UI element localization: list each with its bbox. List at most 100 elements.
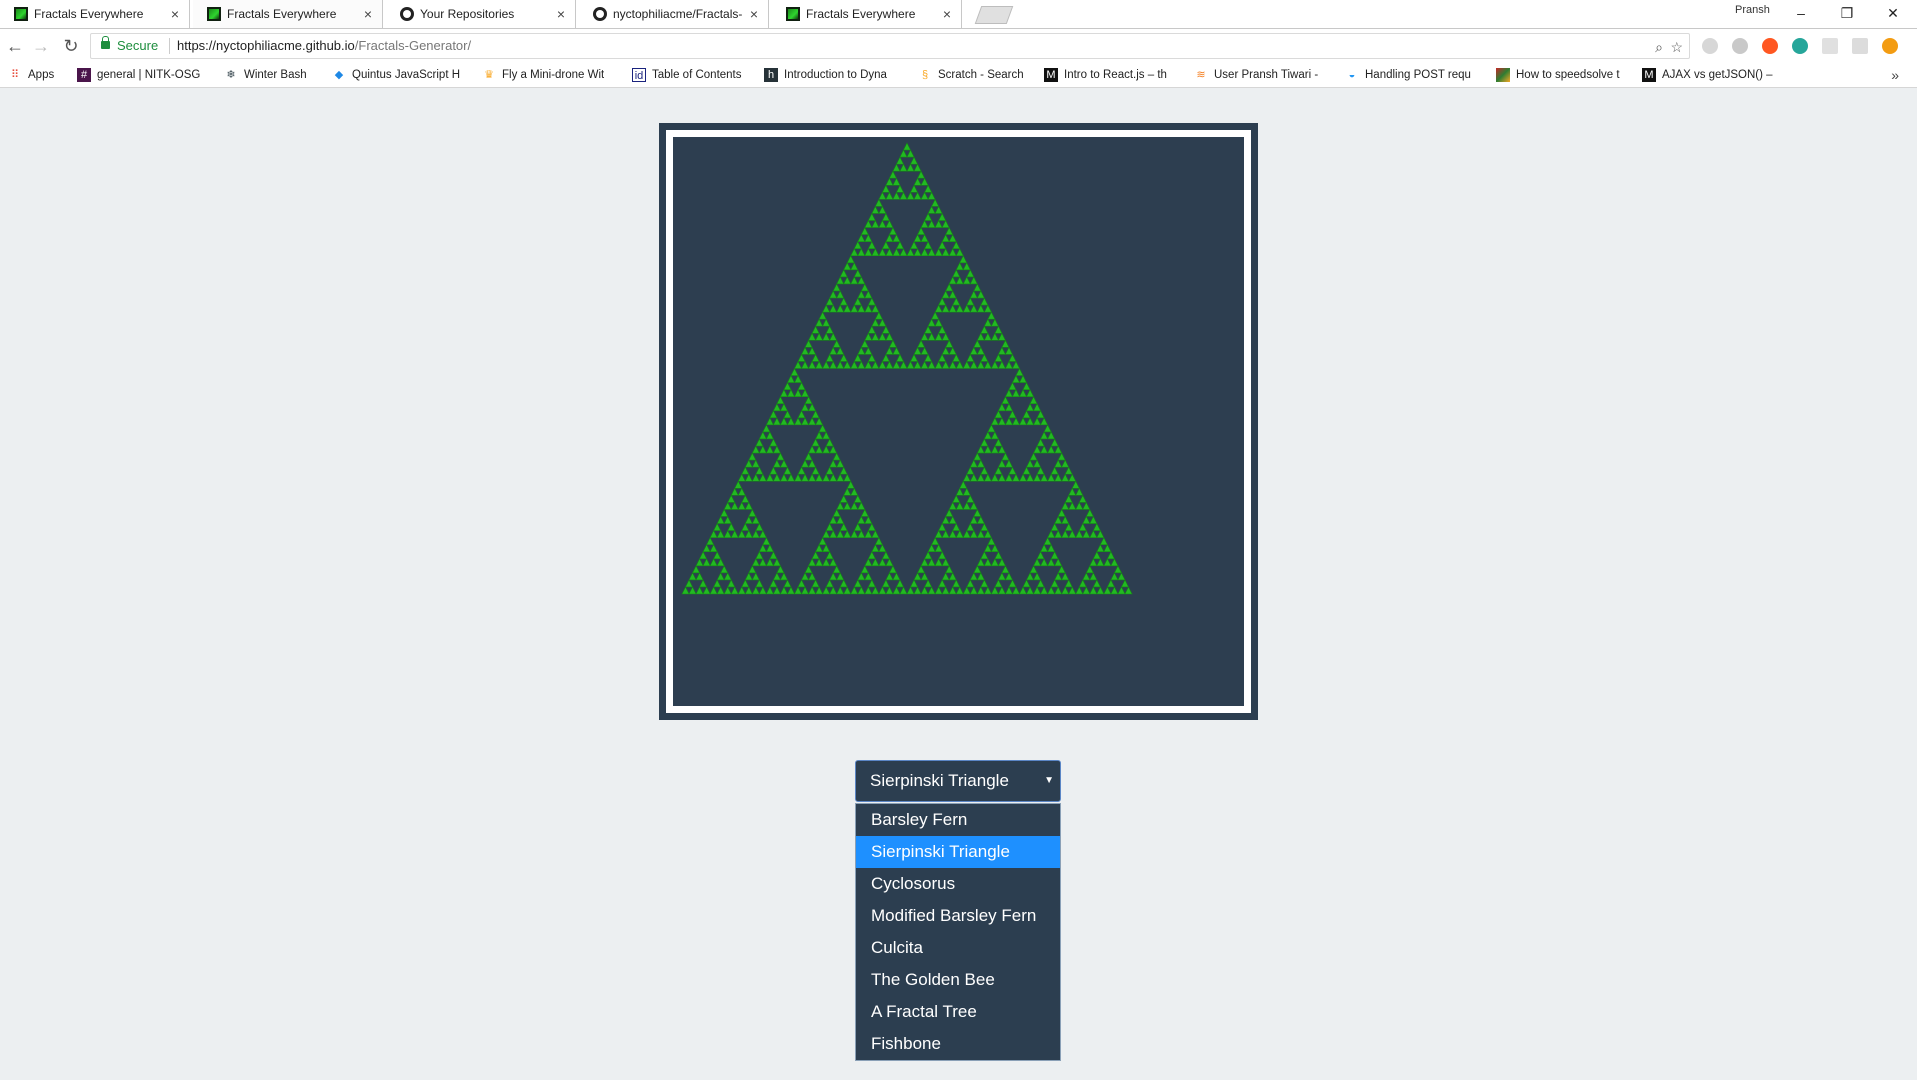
close-icon[interactable]: ×	[943, 0, 951, 28]
bookmark-label: User Pransh Tiwari -	[1214, 69, 1319, 81]
bookmark-scratch-search[interactable]: § Scratch - Search	[916, 63, 1024, 87]
slack-hash-icon: #	[77, 68, 91, 82]
bookmark-label: Apps	[28, 69, 55, 81]
bookmark-label: Intro to React.js – th	[1064, 69, 1167, 81]
sierpinski-triangle-drawing	[681, 142, 1133, 595]
profile-name[interactable]: Pransh	[1735, 4, 1770, 16]
option-culcita[interactable]: Culcita	[856, 932, 1060, 964]
extension-orange-icon[interactable]	[1762, 38, 1778, 54]
close-icon[interactable]: ×	[364, 0, 372, 28]
tab-github-repo[interactable]: nyctophiliacme/Fractals-G ×	[579, 0, 769, 28]
bookmark-speedsolve[interactable]: How to speedsolve t	[1494, 63, 1620, 87]
option-modified-barsley-fern[interactable]: Modified Barsley Fern	[856, 900, 1060, 932]
bookmark-label: Scratch - Search	[938, 69, 1024, 81]
more-bookmarks-chevron-icon[interactable]: »	[1891, 63, 1899, 87]
browser-toolbar: ← → ↻ Secure https://nyctophiliacme.gith…	[0, 29, 1917, 63]
bookmark-ajax-getjson[interactable]: M AJAX vs getJSON() –	[1640, 63, 1773, 87]
bookmark-label: Handling POST requ	[1365, 69, 1471, 81]
rubiks-cube-icon	[1496, 68, 1510, 82]
tab-label: Fractals Everywhere	[34, 7, 144, 21]
quintus-icon: ◆	[334, 69, 344, 81]
extension-cast-icon[interactable]	[1852, 38, 1868, 54]
bookmark-label: Table of Contents	[652, 69, 742, 81]
canvas-frame	[659, 123, 1258, 720]
option-a-fractal-tree[interactable]: A Fractal Tree	[856, 996, 1060, 1028]
stackoverflow-icon: ≋	[1196, 69, 1206, 81]
omnibox-divider	[169, 38, 170, 54]
fractal-canvas	[673, 137, 1244, 706]
github-icon	[400, 7, 414, 21]
caret-down-icon: ▼	[1044, 775, 1054, 786]
close-icon[interactable]: ×	[171, 0, 179, 28]
bookmark-apps[interactable]: ⠿ Apps	[6, 63, 54, 87]
fractal-select[interactable]: Sierpinski Triangle ▼	[855, 760, 1061, 802]
address-bar[interactable]: Secure https://nyctophiliacme.github.io/…	[90, 33, 1690, 59]
option-sierpinski-triangle[interactable]: Sierpinski Triangle	[856, 836, 1060, 868]
tab-strip: Fractals Everywhere × Fractals Everywher…	[0, 0, 1917, 29]
secure-label: Secure	[117, 38, 159, 53]
bookmark-label: Introduction to Dyna	[784, 69, 887, 81]
tab-label: Your Repositories	[420, 7, 515, 21]
tab-label: nyctophiliacme/Fractals-G	[613, 7, 743, 21]
tab-label: Fractals Everywhere	[227, 7, 337, 21]
tab-your-repositories[interactable]: Your Repositories ×	[386, 0, 576, 28]
restore-icon[interactable]: ❐	[1832, 2, 1862, 24]
extension-b-icon[interactable]	[1732, 38, 1748, 54]
lock-icon	[101, 36, 110, 49]
extension-grid-icon[interactable]	[1822, 38, 1838, 54]
fractal-favicon-icon	[14, 7, 28, 21]
bookmark-general-nitk-osg[interactable]: # general | NITK-OSG	[75, 63, 200, 87]
option-cyclosorus[interactable]: Cyclosorus	[856, 868, 1060, 900]
bookmark-label: general | NITK-OSG	[97, 69, 201, 81]
bookmark-label: Quintus JavaScript H	[352, 69, 461, 81]
codeacademy-icon: ◒	[1348, 69, 1356, 81]
option-fishbone[interactable]: Fishbone	[856, 1028, 1060, 1060]
zoom-icon[interactable]: ⌕	[1655, 35, 1663, 59]
back-arrow-icon[interactable]: ←	[4, 35, 26, 57]
select-value: Sierpinski Triangle	[870, 771, 1009, 790]
bookmark-label: How to speedsolve t	[1516, 69, 1620, 81]
github-icon	[593, 7, 607, 21]
url-path: /Fractals-Generator/	[354, 38, 472, 53]
fractal-favicon-icon	[207, 7, 221, 21]
id-icon: id	[632, 68, 646, 82]
bookmark-mini-drone[interactable]: ♛ Fly a Mini-drone Wit	[480, 63, 604, 87]
extension-globe-icon[interactable]	[1792, 38, 1808, 54]
bookmark-user-pransh[interactable]: ≋ User Pransh Tiwari -	[1192, 63, 1318, 87]
tab-fractals-everywhere-3[interactable]: Fractals Everywhere ×	[772, 0, 962, 28]
bookmark-winter-bash[interactable]: ❄ Winter Bash	[222, 63, 307, 87]
close-icon[interactable]: ×	[557, 0, 565, 28]
bookmark-handling-post[interactable]: ◒ Handling POST requ	[1343, 63, 1471, 87]
bookmarks-bar: ⠿ Apps # general | NITK-OSG ❄ Winter Bas…	[0, 63, 1917, 88]
hackerearth-icon: h	[764, 68, 778, 82]
option-the-golden-bee[interactable]: The Golden Bee	[856, 964, 1060, 996]
medium-icon: M	[1642, 68, 1656, 82]
bookmark-table-of-contents[interactable]: id Table of Contents	[630, 63, 742, 87]
window-close-icon[interactable]: ✕	[1878, 2, 1908, 24]
url-text[interactable]: https://nyctophiliacme.github.io/Fractal…	[177, 34, 471, 58]
tab-fractals-everywhere-2[interactable]: Fractals Everywhere ×	[193, 0, 383, 28]
reload-icon[interactable]: ↻	[60, 35, 82, 57]
sierpinski-triangle-shape	[681, 142, 1133, 595]
tab-fractals-everywhere-1[interactable]: Fractals Everywhere ×	[0, 0, 190, 28]
url-host: https://nyctophiliacme.github.io	[177, 38, 355, 53]
option-barsley-fern[interactable]: Barsley Fern	[856, 804, 1060, 836]
bookmark-intro-dynamic[interactable]: h Introduction to Dyna	[762, 63, 887, 87]
scratch-icon: §	[921, 69, 929, 81]
bookmark-label: Fly a Mini-drone Wit	[502, 69, 605, 81]
bookmark-quintus[interactable]: ◆ Quintus JavaScript H	[330, 63, 460, 87]
bookmark-label: AJAX vs getJSON() –	[1662, 69, 1773, 81]
bookmark-intro-react[interactable]: M Intro to React.js – th	[1042, 63, 1167, 87]
apps-grid-icon: ⠿	[10, 69, 20, 81]
extension-alert-icon[interactable]	[1882, 38, 1898, 54]
minimize-icon[interactable]: –	[1786, 2, 1816, 24]
snowflake-icon: ❄	[226, 69, 236, 81]
bookmark-label: Winter Bash	[244, 69, 307, 81]
drone-icon: ♛	[484, 69, 494, 81]
extension-cube-icon[interactable]	[1702, 38, 1718, 54]
forward-arrow-icon[interactable]: →	[30, 35, 52, 57]
new-tab-button[interactable]	[974, 6, 1014, 24]
bookmark-star-icon[interactable]: ☆	[1670, 35, 1683, 59]
medium-icon: M	[1044, 68, 1058, 82]
close-icon[interactable]: ×	[750, 0, 758, 28]
